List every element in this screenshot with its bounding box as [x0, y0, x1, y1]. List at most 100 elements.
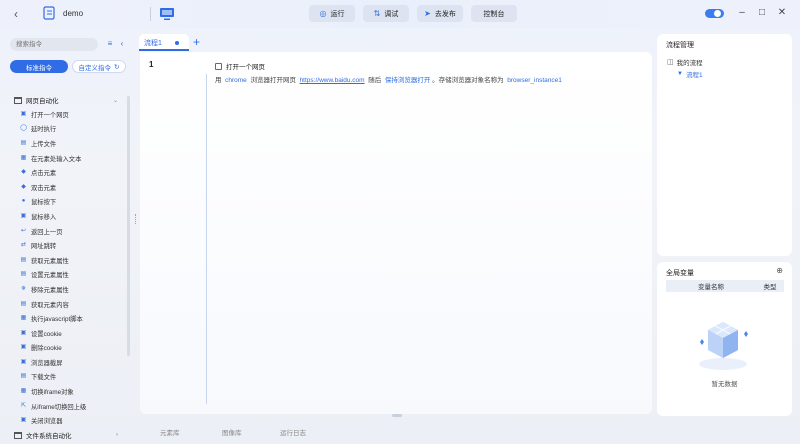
command-icon: ▣: [20, 344, 27, 351]
command-item[interactable]: ◯ 延时执行: [20, 122, 120, 137]
command-icon: ●: [21, 198, 26, 205]
command-icon: ▤: [20, 373, 27, 380]
command-item[interactable]: ▤ 获取元素内容: [20, 297, 120, 312]
group-label: 文件系统自动化: [26, 433, 72, 440]
sidebar-scrollbar[interactable]: [127, 96, 130, 356]
line-number: 1: [149, 60, 154, 69]
command-icon: ▦: [20, 388, 27, 395]
command-icon: ▤: [20, 271, 27, 278]
panel-drag-handle[interactable]: [392, 414, 402, 417]
flow-editor[interactable]: 1 打开一个网页 用 chrome 浏览器打开网页 https://www.ba…: [140, 52, 652, 414]
run-button[interactable]: ◎ 运行: [309, 5, 355, 22]
command-icon: ▣: [20, 212, 27, 219]
step-title[interactable]: 打开一个网页: [215, 61, 265, 71]
empty-state-text: 暂无数据: [711, 381, 738, 388]
group-file-system[interactable]: 文件系统自动化 ›: [14, 429, 118, 441]
command-label: 关闭浏览器: [31, 418, 63, 426]
run-label: 运行: [330, 10, 345, 18]
command-item[interactable]: ▤ 上传文件: [20, 136, 120, 151]
command-item[interactable]: ▣ 浏览器截屏: [20, 355, 120, 370]
command-label: 延时执行: [31, 126, 57, 134]
theme-toggle[interactable]: [705, 9, 724, 18]
step-text: 浏览器打开网页: [250, 77, 296, 84]
tab-image-library[interactable]: 图像库: [222, 427, 242, 437]
add-tab-icon[interactable]: +: [193, 34, 200, 51]
command-item[interactable]: ▦ 切换iframe对象: [20, 384, 120, 399]
column-name: 变量名称: [698, 284, 724, 291]
command-item[interactable]: ▤ 获取元素属性: [20, 253, 120, 268]
command-item[interactable]: ▤ 下载文件: [20, 370, 120, 385]
command-item[interactable]: ▦ 执行javascript脚本: [20, 311, 120, 326]
command-item[interactable]: ▣ 设置cookie: [20, 326, 120, 341]
command-item[interactable]: ⇄ 网址跳转: [20, 238, 120, 253]
step-param-action[interactable]: 保持浏览器打开: [385, 77, 431, 84]
command-label: 设置cookie: [31, 330, 62, 338]
command-label: 浏览器截屏: [31, 359, 63, 367]
command-label: 删除cookie: [31, 345, 62, 353]
step-icon: [215, 62, 222, 70]
step-text: 用: [215, 77, 222, 84]
divider: [150, 7, 151, 21]
command-label: 获取元素属性: [31, 257, 69, 265]
tree-item-flow-1[interactable]: ▼ 流程1: [677, 69, 703, 79]
step-text: 随后: [368, 77, 382, 84]
command-item[interactable]: ◆ 点击元素: [20, 165, 120, 180]
command-item[interactable]: ⇱ 从iframe切换回上级: [20, 399, 120, 414]
command-label: 鼠标移入: [31, 213, 57, 221]
empty-state-illustration: [699, 322, 748, 370]
group-label: 网页自动化: [26, 98, 59, 105]
command-item[interactable]: ▣ 鼠标移入: [20, 209, 120, 224]
command-label: 双击元素: [31, 184, 57, 192]
command-icon: ⇄: [20, 242, 27, 249]
command-item[interactable]: ✵ 移除元素属性: [20, 282, 120, 297]
list-filter-icon[interactable]: ≡: [105, 39, 115, 49]
command-label: 在元素处输入文本: [31, 155, 82, 163]
panel-title: 流程管理: [666, 42, 694, 49]
debug-button[interactable]: ⇅ 调试: [363, 5, 409, 22]
monitor-icon[interactable]: [159, 6, 175, 22]
caret-down-icon: ▼: [677, 71, 683, 77]
command-label: 鼠标按下: [31, 199, 57, 207]
command-item[interactable]: ▣ 删除cookie: [20, 341, 120, 356]
command-label: 上传文件: [31, 140, 57, 148]
tab-custom-commands[interactable]: 自定义指令 ↻: [72, 60, 126, 73]
console-button[interactable]: 控制台: [471, 5, 517, 22]
collapse-icon[interactable]: ‹: [117, 39, 127, 49]
debug-icon: ⇅: [373, 9, 381, 18]
tree-root[interactable]: ◫ 我的流程: [667, 57, 703, 67]
maximize-icon[interactable]: □: [756, 7, 768, 19]
tab-flow-1[interactable]: 流程1: [139, 34, 189, 51]
folder-icon: ◫: [667, 59, 674, 66]
step-title-label: 打开一个网页: [226, 64, 265, 71]
tab-run-log[interactable]: 运行日志: [280, 427, 306, 437]
search-input[interactable]: [10, 38, 98, 51]
browser-icon: [14, 96, 22, 104]
command-label: 网址跳转: [31, 243, 57, 251]
minimize-icon[interactable]: –: [736, 7, 748, 19]
tab-standard-commands[interactable]: 标准指令: [10, 60, 68, 73]
tree-root-label: 我的流程: [676, 60, 703, 67]
resize-handle[interactable]: [135, 214, 137, 224]
command-item[interactable]: ↩ 返回上一页: [20, 224, 120, 239]
add-variable-icon[interactable]: ⊕: [776, 266, 783, 275]
step-param-browser[interactable]: chrome: [225, 77, 247, 84]
refresh-icon[interactable]: ↻: [114, 63, 119, 71]
command-label: 设置元素属性: [31, 272, 69, 280]
back-icon[interactable]: ‹: [14, 7, 28, 21]
publish-button[interactable]: ➤ 去发布: [417, 5, 463, 22]
group-web-automation[interactable]: 网页自动化 ⌄: [14, 94, 118, 106]
command-item[interactable]: ▣ 打开一个网页: [20, 107, 120, 122]
command-item[interactable]: ◆ 双击元素: [20, 180, 120, 195]
command-item[interactable]: ▦ 在元素处输入文本: [20, 151, 120, 166]
chevron-right-icon: ›: [116, 432, 118, 438]
step-param-url[interactable]: https://www.baidu.com: [300, 77, 365, 84]
step-description[interactable]: 用 chrome 浏览器打开网页 https://www.baidu.com 随…: [215, 74, 562, 84]
tab-element-library[interactable]: 元素库: [160, 427, 180, 437]
column-type: 类型: [763, 284, 777, 291]
command-item[interactable]: ▣ 关闭浏览器: [20, 413, 120, 428]
step-param-variable[interactable]: browser_instance1: [507, 77, 562, 84]
command-icon: ↩: [20, 227, 27, 234]
command-item[interactable]: ▤ 设置元素属性: [20, 268, 120, 283]
close-icon[interactable]: ✕: [776, 7, 788, 19]
command-item[interactable]: ● 鼠标按下: [20, 195, 120, 210]
